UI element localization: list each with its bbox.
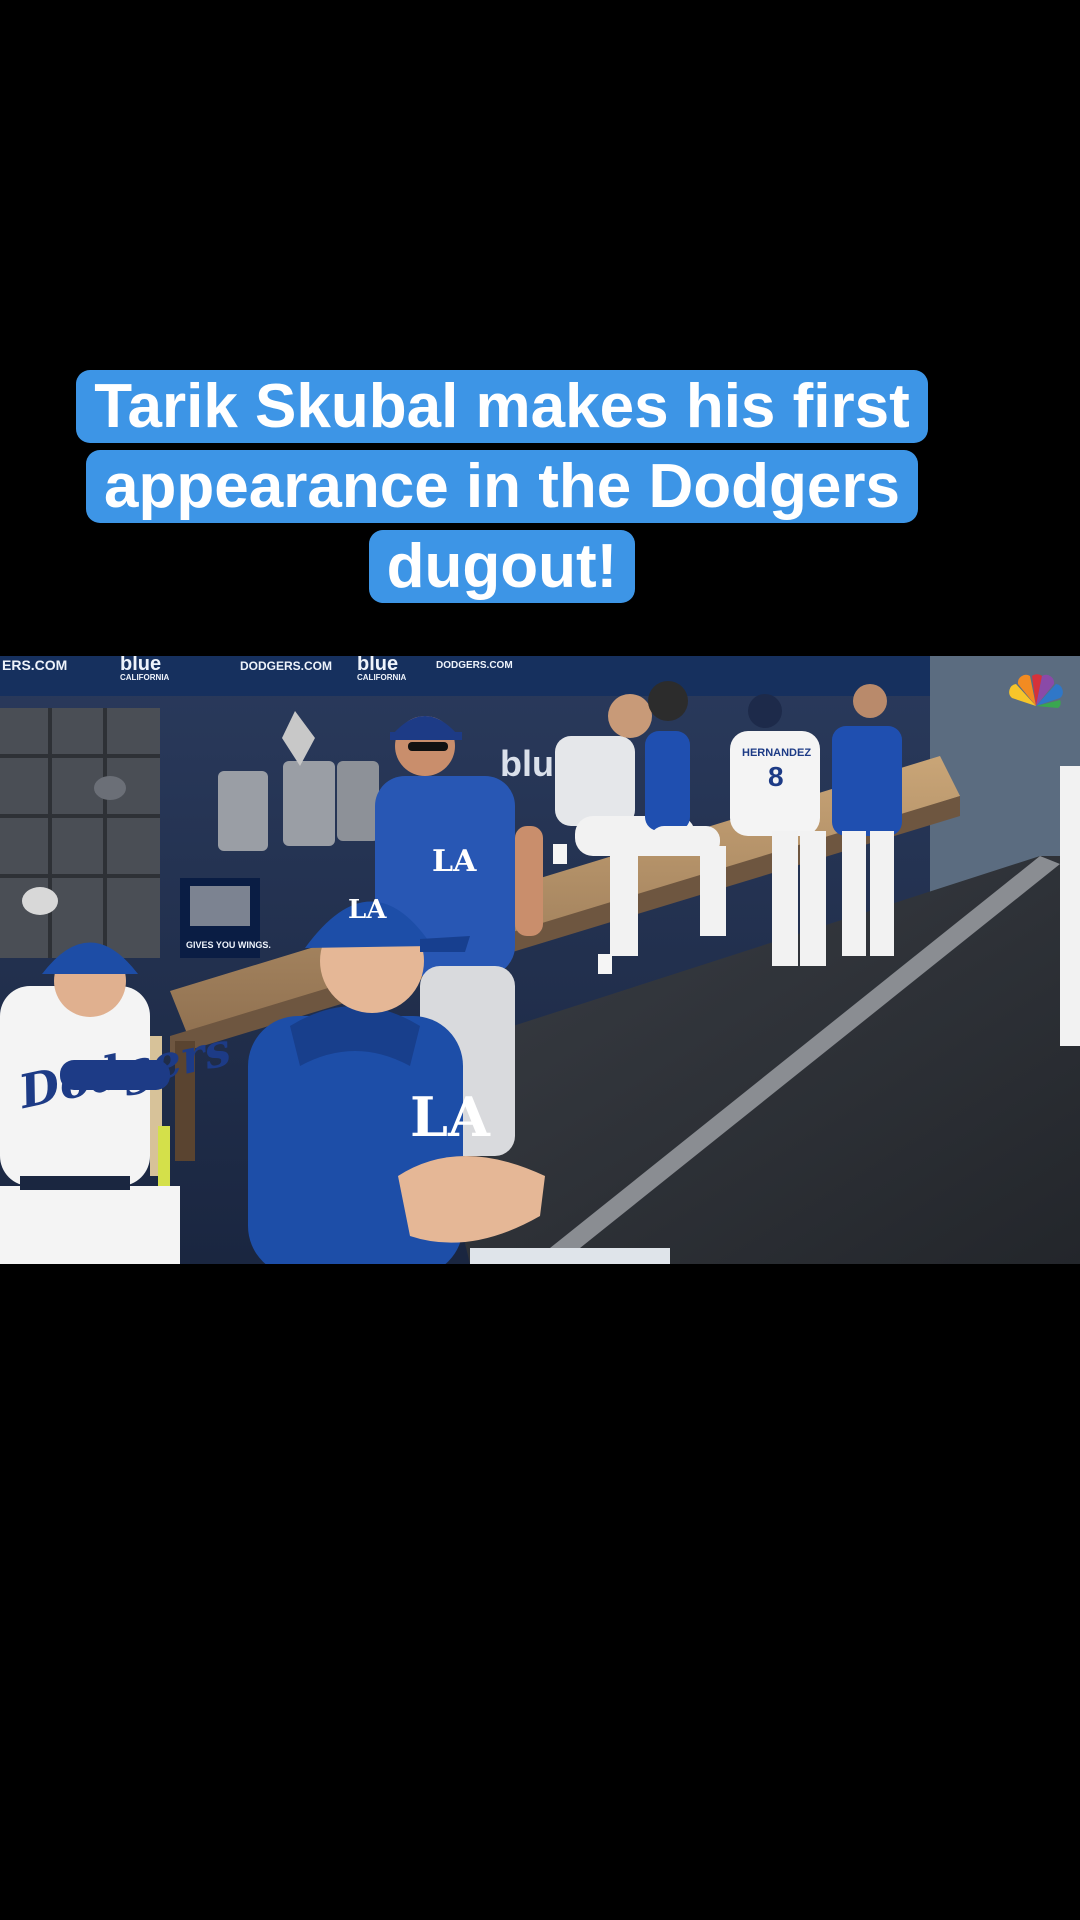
video-caption: Tarik Skubal makes his first appearance … xyxy=(58,367,946,607)
peacock-icon xyxy=(1009,674,1063,708)
coach-shirt-logo: LA xyxy=(432,844,477,879)
sign-sponsor-sub-1: CALIFORNIA xyxy=(120,673,170,682)
sign-url-1: DODGERS.COM xyxy=(240,659,332,673)
hoodie-logo: LA xyxy=(410,1085,491,1149)
caption-line-3: dugout! xyxy=(368,530,636,603)
caption-line-2: appearance in the Dodgers xyxy=(86,450,918,523)
cap-logo: LA xyxy=(348,895,387,925)
caption-line-1: Tarik Skubal makes his first xyxy=(76,370,928,443)
sign-sponsor-sub-2: CALIFORNIA xyxy=(357,673,407,682)
sign-url-left: ERS.COM xyxy=(2,657,67,673)
player-name: HERNANDEZ xyxy=(742,747,811,759)
ad-banner-text: GIVES YOU WINGS. xyxy=(186,940,271,950)
player-number: 8 xyxy=(768,761,784,792)
cubby-shelves xyxy=(0,708,160,958)
sign-url-2: DODGERS.COM xyxy=(436,660,513,671)
dugout-scene: ERS.COM blue CALIFORNIA DODGERS.COM blue… xyxy=(0,656,1080,1264)
video-frame[interactable]: ERS.COM blue CALIFORNIA DODGERS.COM blue… xyxy=(0,656,1080,1264)
video-post-screen: Tarik Skubal makes his first appearance … xyxy=(0,0,1080,1920)
